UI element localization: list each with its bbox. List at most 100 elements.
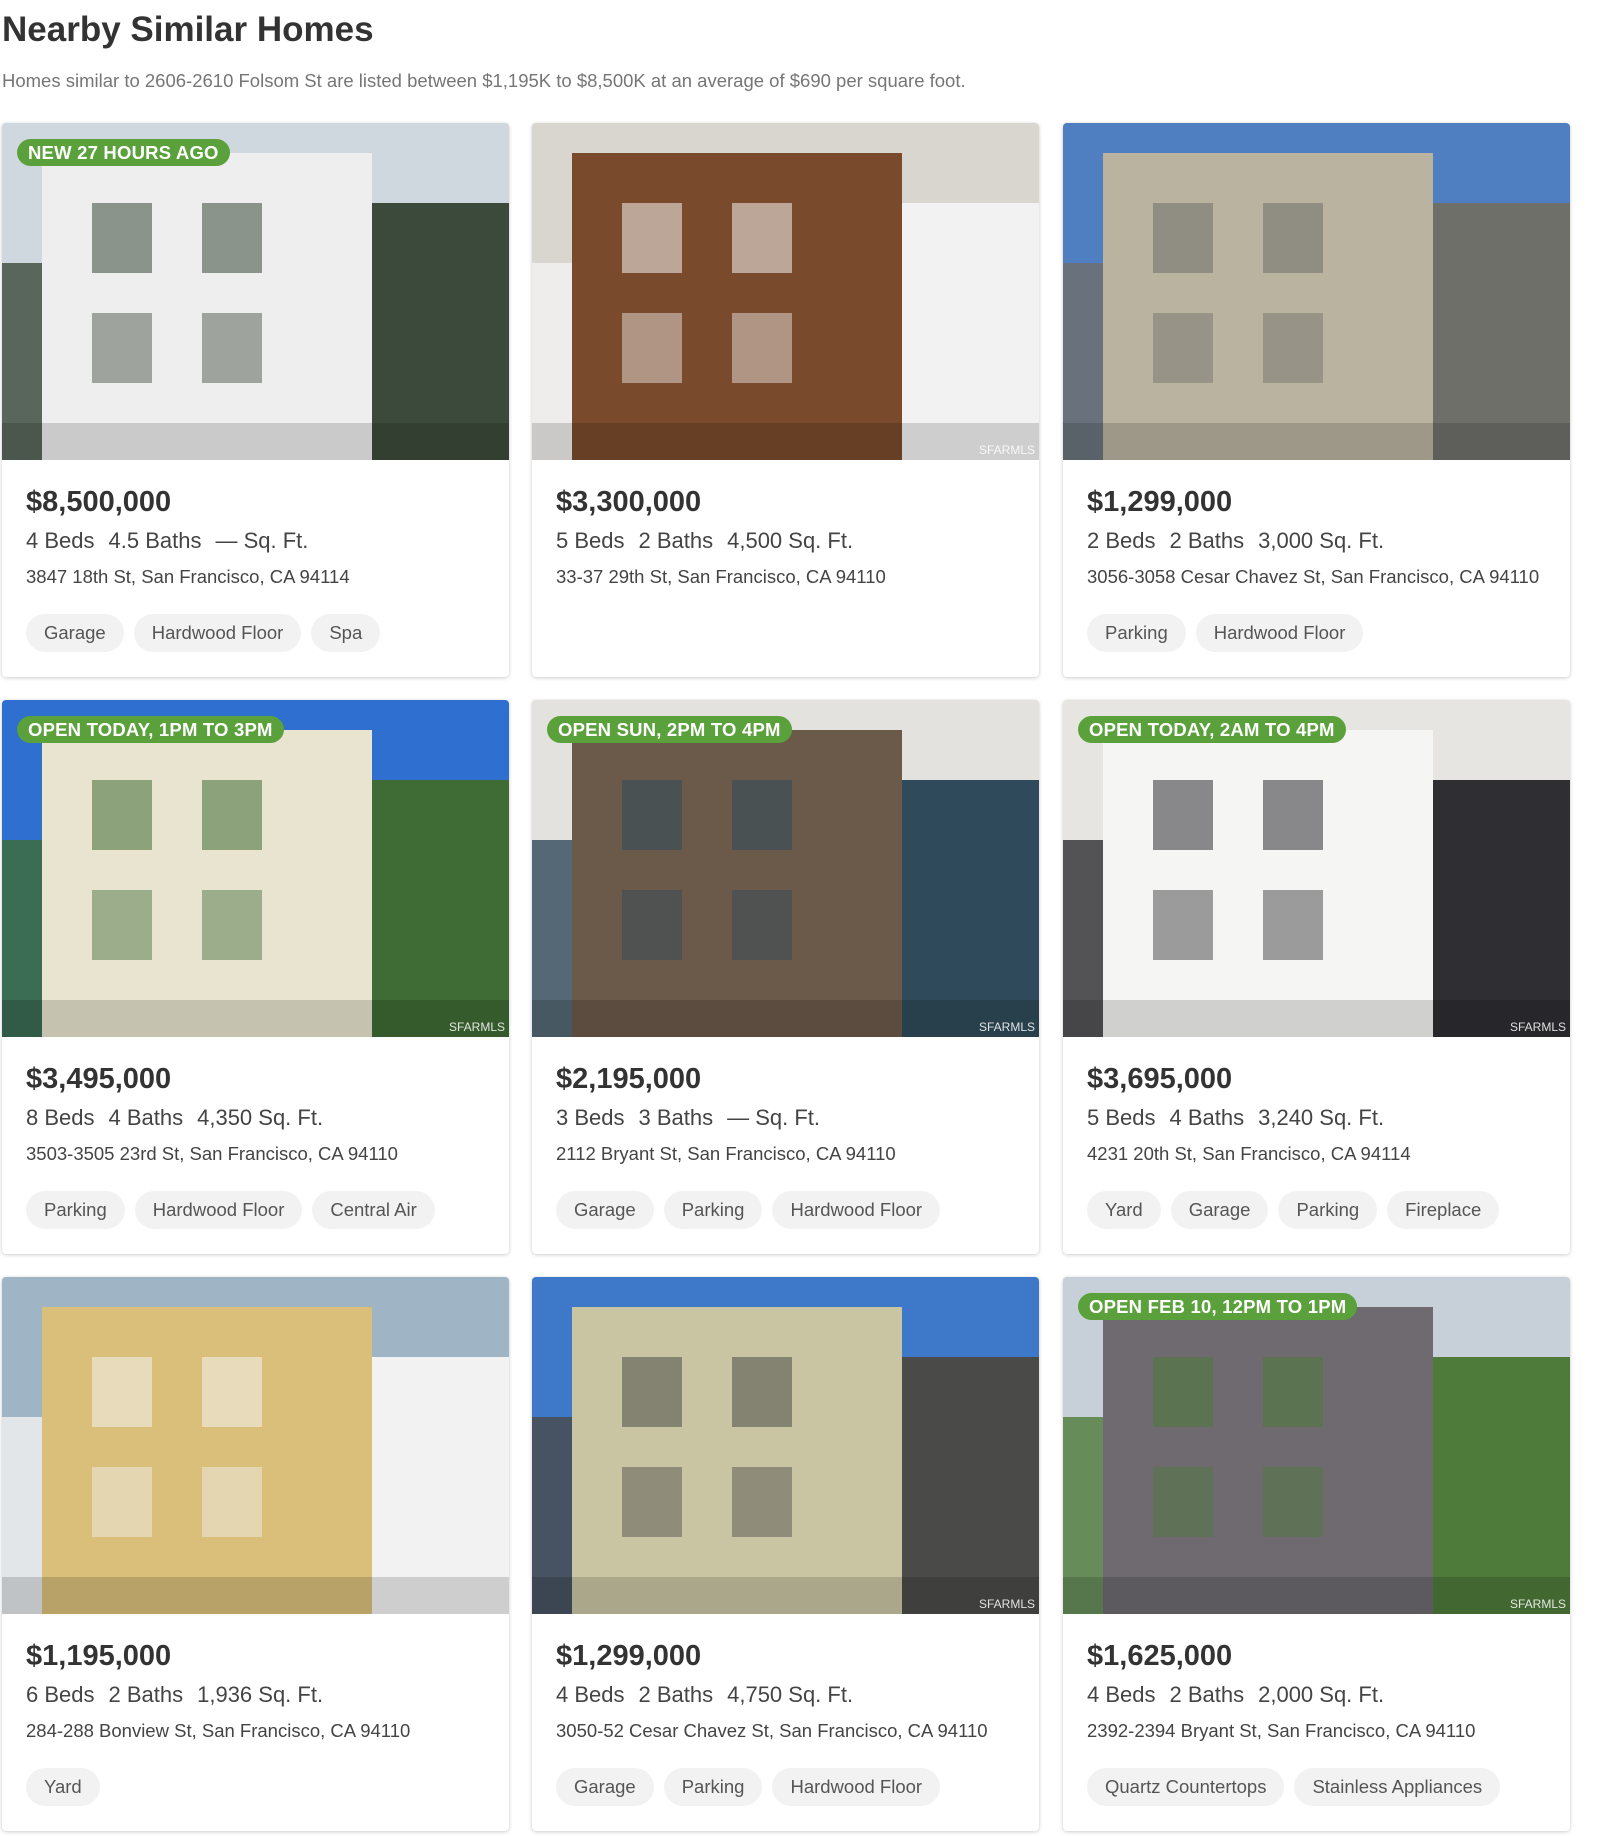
listing-card[interactable]: SFARMLS $3,300,000 5 Beds 2 Baths 4,500 Sq. … — [532, 123, 1039, 677]
listing-stats: 5 Beds 2 Baths 4,500 Sq. Ft. — [556, 526, 1015, 556]
listing-photo[interactable] — [2, 1277, 509, 1614]
listing-photo-image — [1063, 123, 1570, 460]
listing-card[interactable]: $1,195,000 6 Beds 2 Baths 1,936 Sq. Ft. 284-… — [2, 1277, 509, 1831]
listing-stats: 5 Beds 4 Baths 3,240 Sq. Ft. — [1087, 1103, 1546, 1133]
nearby-homes-page: Nearby Similar Homes Homes similar to 26… — [0, 0, 1614, 1836]
listing-baths: 4 Baths — [108, 1105, 184, 1130]
listing-card[interactable]: OPEN TODAY, 1PM TO 3PM SFARMLS $3,495,000 8… — [2, 700, 509, 1254]
listing-photo[interactable]: SFARMLS — [532, 123, 1039, 460]
listing-tags: Yard — [26, 1768, 485, 1806]
listing-address[interactable]: 4231 20th St, San Francisco, CA 94114 — [1087, 1141, 1546, 1167]
listing-photo[interactable]: NEW 27 HOURS AGO — [2, 123, 509, 460]
amenity-tag: Stainless Appliances — [1294, 1768, 1501, 1806]
status-badge: NEW 27 HOURS AGO — [17, 139, 230, 166]
listing-baths: 2 Baths — [108, 1682, 184, 1707]
status-badge: OPEN TODAY, 2AM TO 4PM — [1078, 716, 1346, 743]
listing-photo-image — [1063, 1277, 1570, 1614]
listing-info: $3,300,000 5 Beds 2 Baths 4,500 Sq. Ft. 33-3… — [532, 460, 1039, 614]
listing-photo[interactable]: SFARMLS — [532, 1277, 1039, 1614]
amenity-tag: Yard — [26, 1768, 100, 1806]
listing-address[interactable]: 3056-3058 Cesar Chavez St, San Francisco… — [1087, 564, 1546, 590]
listing-beds: 6 Beds — [26, 1682, 95, 1707]
listing-address[interactable]: 2112 Bryant St, San Francisco, CA 94110 — [556, 1141, 1015, 1167]
listing-photo-image — [2, 700, 509, 1037]
listing-grid: NEW 27 HOURS AGO $8,500,000 4 Beds 4.5 Bath… — [2, 123, 1574, 1836]
amenity-tag: Garage — [26, 614, 124, 652]
listing-beds: 3 Beds — [556, 1105, 625, 1130]
mls-watermark: SFARMLS — [978, 1020, 1035, 1034]
listing-tags: Parking Hardwood Floor Central Air — [26, 1191, 485, 1229]
listing-price: $3,300,000 — [556, 486, 702, 518]
listing-price: $2,195,000 — [556, 1063, 702, 1095]
listing-sqft: — Sq. Ft. — [727, 1105, 821, 1130]
listing-baths: 2 Baths — [638, 528, 714, 553]
status-badge: OPEN SUN, 2PM TO 4PM — [547, 716, 792, 743]
listing-photo-image — [532, 1277, 1039, 1614]
listing-sqft: 2,000 Sq. Ft. — [1258, 1682, 1385, 1707]
listing-sqft: 4,500 Sq. Ft. — [727, 528, 854, 553]
listing-card[interactable]: $1,299,000 2 Beds 2 Baths 3,000 Sq. Ft. 3056… — [1063, 123, 1570, 677]
amenity-tag: Garage — [1170, 1191, 1269, 1229]
listing-address[interactable]: 3503-3505 23rd St, San Francisco, CA 941… — [26, 1141, 485, 1167]
amenity-tag: Hardwood Floor — [772, 1191, 941, 1229]
listing-card[interactable]: OPEN TODAY, 2AM TO 4PM SFARMLS $3,695,000 5… — [1063, 700, 1570, 1254]
mls-watermark: SFARMLS — [1509, 1020, 1566, 1034]
listing-card[interactable]: OPEN FEB 10, 12PM TO 1PM SFARMLS $1,625,00… — [1063, 1277, 1570, 1831]
amenity-tag: Central Air — [312, 1191, 435, 1229]
listing-sqft: 3,240 Sq. Ft. — [1258, 1105, 1385, 1130]
listing-baths: 4.5 Baths — [108, 528, 202, 553]
listing-photo[interactable]: OPEN FEB 10, 12PM TO 1PM SFARMLS — [1063, 1277, 1570, 1614]
listing-price: $3,495,000 — [26, 1063, 172, 1095]
listing-price: $1,195,000 — [26, 1640, 172, 1672]
listing-baths: 2 Baths — [1169, 528, 1245, 553]
mls-watermark: SFARMLS — [978, 443, 1035, 457]
listing-sqft: 1,936 Sq. Ft. — [197, 1682, 324, 1707]
listing-sqft: 4,350 Sq. Ft. — [197, 1105, 324, 1130]
listing-photo[interactable] — [1063, 123, 1570, 460]
mls-watermark: SFARMLS — [978, 1597, 1035, 1611]
listing-address[interactable]: 284-288 Bonview St, San Francisco, CA 94… — [26, 1718, 485, 1744]
amenity-tag: Hardwood Floor — [134, 1191, 303, 1229]
listing-beds: 5 Beds — [1087, 1105, 1156, 1130]
listing-beds: 8 Beds — [26, 1105, 95, 1130]
listing-card[interactable]: NEW 27 HOURS AGO $8,500,000 4 Beds 4.5 Bath… — [2, 123, 509, 677]
listing-info: $8,500,000 4 Beds 4.5 Baths — Sq. Ft. 3847 1… — [2, 460, 509, 652]
listing-photo-image — [2, 123, 509, 460]
listing-address[interactable]: 3050-52 Cesar Chavez St, San Francisco, … — [556, 1718, 1015, 1744]
amenity-tag: Parking — [26, 1191, 125, 1229]
listing-tags: Garage Parking Hardwood Floor — [556, 1768, 1015, 1806]
listing-photo-image — [2, 1277, 509, 1614]
listing-photo[interactable]: OPEN TODAY, 2AM TO 4PM SFARMLS — [1063, 700, 1570, 1037]
listing-info: $1,625,000 4 Beds 2 Baths 2,000 Sq. Ft. 2392… — [1063, 1614, 1570, 1806]
listing-info: $2,195,000 3 Beds 3 Baths — Sq. Ft. 2112 Bry… — [532, 1037, 1039, 1229]
listing-photo-image — [532, 123, 1039, 460]
listing-photo-image — [1063, 700, 1570, 1037]
listing-address[interactable]: 33-37 29th St, San Francisco, CA 94110 — [556, 564, 1015, 590]
listing-price: $8,500,000 — [26, 486, 172, 518]
listing-sqft: 4,750 Sq. Ft. — [727, 1682, 854, 1707]
listing-info: $3,495,000 8 Beds 4 Baths 4,350 Sq. Ft. 3503… — [2, 1037, 509, 1229]
amenity-tag: Hardwood Floor — [1195, 614, 1364, 652]
status-badge: OPEN FEB 10, 12PM TO 1PM — [1078, 1293, 1358, 1320]
listing-photo[interactable]: OPEN TODAY, 1PM TO 3PM SFARMLS — [2, 700, 509, 1037]
listing-info: $1,299,000 2 Beds 2 Baths 3,000 Sq. Ft. 3056… — [1063, 460, 1570, 652]
section-subtitle: Homes similar to 2606-2610 Folsom St are… — [2, 70, 966, 91]
listing-sqft: — Sq. Ft. — [215, 528, 309, 553]
mls-watermark: SFARMLS — [448, 1020, 505, 1034]
listing-address[interactable]: 2392-2394 Bryant St, San Francisco, CA 9… — [1087, 1718, 1546, 1744]
listing-address[interactable]: 3847 18th St, San Francisco, CA 94114 — [26, 564, 485, 590]
mls-watermark: SFARMLS — [1509, 1597, 1566, 1611]
listing-price: $1,625,000 — [1087, 1640, 1233, 1672]
listing-card[interactable]: SFARMLS $1,299,000 4 Beds 2 Baths 4,750 Sq. … — [532, 1277, 1039, 1831]
listing-price: $1,299,000 — [1087, 486, 1233, 518]
listing-tags: Garage Parking Hardwood Floor — [556, 1191, 1015, 1229]
amenity-tag: Hardwood Floor — [772, 1768, 941, 1806]
listing-card[interactable]: OPEN SUN, 2PM TO 4PM SFARMLS $2,195,000 3 B… — [532, 700, 1039, 1254]
listing-beds: 5 Beds — [556, 528, 625, 553]
amenity-tag: Hardwood Floor — [133, 614, 302, 652]
listing-tags: Parking Hardwood Floor — [1087, 614, 1546, 652]
listing-photo[interactable]: OPEN SUN, 2PM TO 4PM SFARMLS — [532, 700, 1039, 1037]
amenity-tag: Parking — [663, 1768, 763, 1806]
listing-info: $1,195,000 6 Beds 2 Baths 1,936 Sq. Ft. 284-… — [2, 1614, 509, 1806]
listing-stats: 6 Beds 2 Baths 1,936 Sq. Ft. — [26, 1680, 485, 1710]
